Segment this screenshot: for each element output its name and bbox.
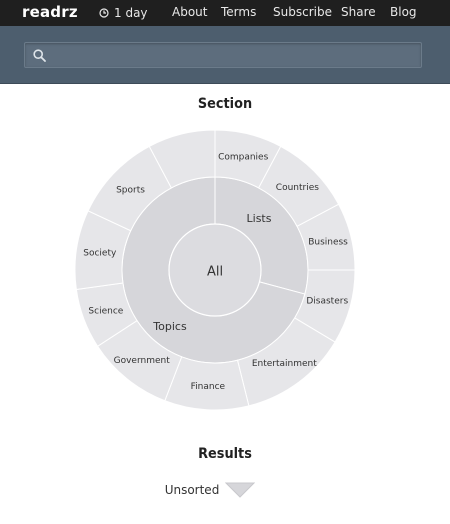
chevron-down-icon [225, 482, 256, 498]
sunburst-core-all[interactable] [168, 223, 262, 317]
nav-link-terms[interactable]: Terms [221, 5, 256, 19]
search-input[interactable] [51, 45, 415, 65]
results-heading: Results [198, 446, 252, 462]
time-filter[interactable]: 1 day [99, 0, 148, 26]
nav-link-subscribe[interactable]: Subscribe [273, 5, 332, 19]
sort-label: Unsorted [164, 483, 220, 497]
clock-icon [99, 8, 109, 18]
time-filter-label: 1 day [114, 6, 148, 20]
top-navbar: readrz 1 day About Terms Subscribe Share… [0, 0, 450, 26]
nav-link-blog[interactable]: Blog [390, 5, 417, 19]
search-box[interactable] [24, 42, 422, 68]
nav-link-about[interactable]: About [172, 5, 207, 19]
brand-logo[interactable]: readrz [22, 3, 78, 21]
sort-dropdown[interactable]: Unsorted [0, 480, 450, 500]
search-icon [33, 49, 46, 62]
section-sunburst: CompaniesCountriesBusinessDisastersEnter… [74, 129, 356, 411]
nav-link-share[interactable]: Share [341, 5, 376, 19]
section-heading: Section [197, 96, 253, 112]
search-band [0, 26, 450, 84]
